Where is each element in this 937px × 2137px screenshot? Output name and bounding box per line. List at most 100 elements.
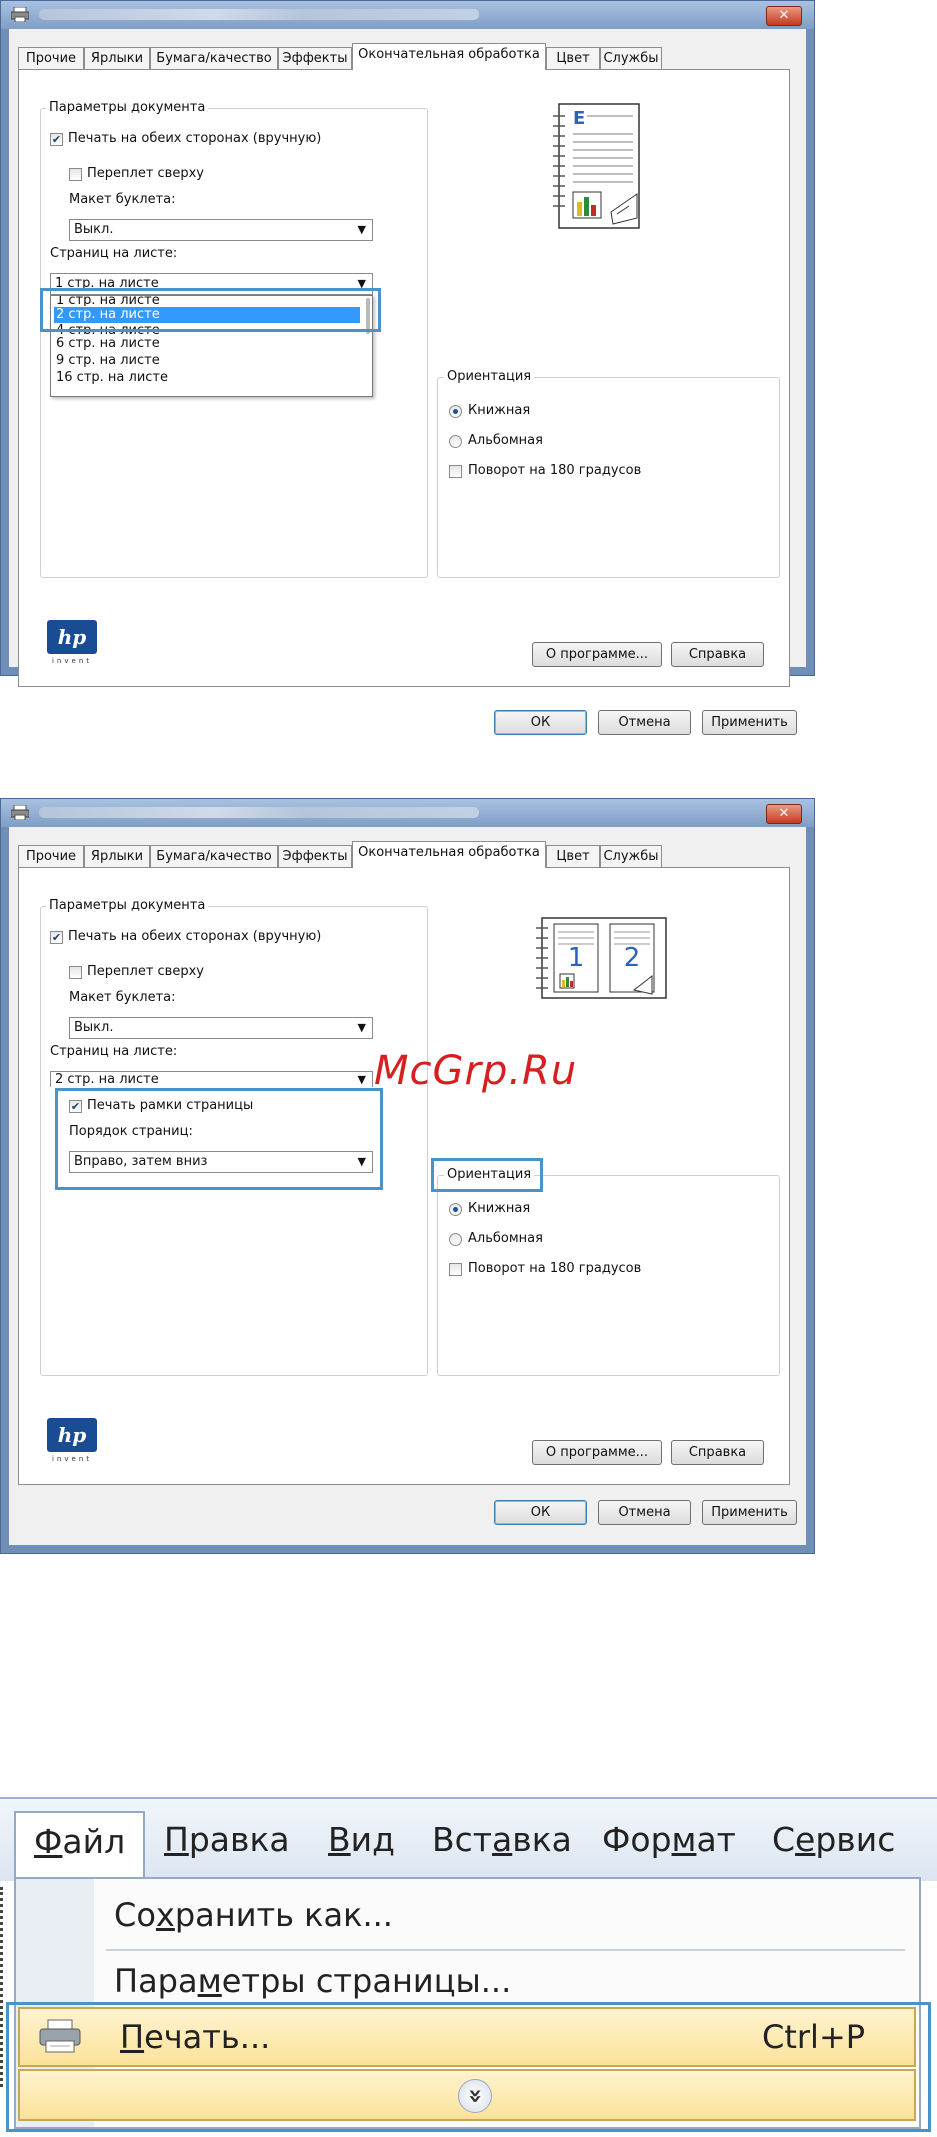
document-options-legend: Параметры документа <box>46 100 209 116</box>
highlight-box <box>40 288 381 332</box>
chevron-down-icon: ▼ <box>357 1073 366 1086</box>
dialog-body: Прочие Ярлыки Бумага/качество Эффекты Ок… <box>9 827 806 1545</box>
booklet-layout-label: Макет буклета: <box>69 990 176 1005</box>
menu-item-page-setup[interactable]: Параметры страницы... <box>114 1961 511 2001</box>
landscape-label: Альбомная <box>468 1231 543 1246</box>
pages-per-sheet-dropdown[interactable]: 2 стр. на листе ▼ <box>50 1071 373 1087</box>
landscape-radio[interactable] <box>449 1233 462 1246</box>
menu-format[interactable]: Формат <box>602 1811 736 1871</box>
menu-bar: Файл Правка Вид Вставка Формат Сервис <box>0 1797 937 1881</box>
dialog-body: Прочие Ярлыки Бумага/качество Эффекты Ок… <box>9 29 806 735</box>
tab-effects[interactable]: Эффекты <box>278 845 352 867</box>
title-bar: ✕ <box>1 1 814 29</box>
printer-properties-dialog-2: ✕ Прочие Ярлыки Бумага/качество Эффекты … <box>0 798 815 1554</box>
finishing-panel: Параметры документа ✔ Печать на обеих ст… <box>18 69 790 687</box>
tab-paper-quality[interactable]: Бумага/качество <box>150 47 278 69</box>
duplex-checkbox[interactable]: ✔ <box>50 931 63 944</box>
ok-button[interactable]: ОК <box>494 710 587 735</box>
menu-file[interactable]: Файл <box>14 1811 146 1877</box>
svg-text:hp: hp <box>58 625 87 649</box>
about-button[interactable]: О программе... <box>532 642 662 667</box>
svg-text:hp: hp <box>58 1423 87 1447</box>
finishing-panel: Параметры документа ✔ Печать на обеих ст… <box>18 867 790 1485</box>
hp-logo: hp invent <box>47 1418 97 1462</box>
pages-per-sheet-label: Страниц на листе: <box>50 1044 178 1059</box>
booklet-layout-dropdown[interactable]: Выкл. ▼ <box>69 1017 373 1039</box>
tab-other[interactable]: Прочие <box>18 47 84 69</box>
landscape-radio[interactable] <box>449 435 462 448</box>
flip-pages-up-label: Переплет сверху <box>87 166 204 181</box>
document-options-legend: Параметры документа <box>46 898 209 914</box>
page-preview-icon: E <box>553 103 640 229</box>
menu-edit[interactable]: Правка <box>164 1811 290 1871</box>
portrait-radio[interactable] <box>449 1203 462 1216</box>
window-title-blurred <box>39 807 479 818</box>
duplex-label: Печать на обеих сторонах (вручную) <box>68 131 322 146</box>
watermark-text: McGrp.Ru <box>374 1048 578 1094</box>
booklet-layout-label: Макет буклета: <box>69 192 176 207</box>
about-button[interactable]: О программе... <box>532 1440 662 1465</box>
close-button[interactable]: ✕ <box>766 6 802 26</box>
close-button[interactable]: ✕ <box>766 804 802 824</box>
rotate-180-checkbox[interactable] <box>449 1263 462 1276</box>
printer-properties-dialog-1: ✕ Прочие Ярлыки Бумага/качество Эффекты … <box>0 0 815 735</box>
chevron-down-icon: ▼ <box>357 1021 366 1034</box>
list-item[interactable]: 6 стр. на листе <box>54 336 360 352</box>
portrait-label: Книжная <box>468 403 531 418</box>
chevron-down-icon: ▼ <box>357 223 366 236</box>
svg-text:2: 2 <box>624 943 641 973</box>
tab-color[interactable]: Цвет <box>546 47 600 69</box>
pages-per-sheet-label: Страниц на листе: <box>50 246 178 261</box>
cancel-button[interactable]: Отмена <box>598 1500 691 1525</box>
list-item[interactable]: 16 стр. на листе <box>54 370 360 386</box>
list-item[interactable]: 9 стр. на листе <box>54 353 360 369</box>
tab-paper-quality[interactable]: Бумага/качество <box>150 845 278 867</box>
svg-text:E: E <box>573 108 585 129</box>
tab-finishing[interactable]: Окончательная обработка <box>352 841 546 868</box>
tab-shortcuts[interactable]: Ярлыки <box>84 47 150 69</box>
menu-view[interactable]: Вид <box>328 1811 395 1871</box>
tab-finishing[interactable]: Окончательная обработка <box>352 43 546 70</box>
menu-item-save-as[interactable]: Сохранить как... <box>114 1895 393 1935</box>
highlight-box <box>55 1088 383 1190</box>
tab-other[interactable]: Прочие <box>18 845 84 867</box>
hp-logo: hp invent <box>47 620 97 664</box>
help-button[interactable]: Справка <box>671 642 764 667</box>
menu-insert[interactable]: Вставка <box>432 1811 572 1871</box>
tab-color[interactable]: Цвет <box>546 845 600 867</box>
tab-services[interactable]: Службы <box>600 845 662 867</box>
rotate-180-checkbox[interactable] <box>449 465 462 478</box>
title-bar: ✕ <box>1 799 814 827</box>
tab-shortcuts[interactable]: Ярлыки <box>84 845 150 867</box>
duplex-label: Печать на обеих сторонах (вручную) <box>68 929 322 944</box>
rotate-180-label: Поворот на 180 градусов <box>468 1261 642 1276</box>
duplex-checkbox[interactable]: ✔ <box>50 133 63 146</box>
booklet-layout-dropdown[interactable]: Выкл. ▼ <box>69 219 373 241</box>
portrait-radio[interactable] <box>449 405 462 418</box>
menu-tools[interactable]: Сервис <box>772 1811 895 1871</box>
landscape-label: Альбомная <box>468 433 543 448</box>
portrait-label: Книжная <box>468 1201 531 1216</box>
apply-button[interactable]: Применить <box>702 710 797 735</box>
printer-icon <box>11 7 29 22</box>
flip-pages-up-checkbox[interactable] <box>69 168 82 181</box>
svg-text:invent: invent <box>52 657 92 664</box>
tab-effects[interactable]: Эффекты <box>278 47 352 69</box>
help-button[interactable]: Справка <box>671 1440 764 1465</box>
page-preview-icon: 1 2 <box>536 917 667 999</box>
rotate-180-label: Поворот на 180 градусов <box>468 463 642 478</box>
highlight-box <box>431 1158 543 1192</box>
ok-button[interactable]: ОК <box>494 1500 587 1525</box>
highlight-box <box>6 2002 931 2132</box>
svg-text:1: 1 <box>568 943 585 973</box>
menu-separator <box>106 1949 905 1951</box>
cancel-button[interactable]: Отмена <box>598 710 691 735</box>
apply-button[interactable]: Применить <box>702 1500 797 1525</box>
flip-pages-up-checkbox[interactable] <box>69 966 82 979</box>
window-title-blurred <box>39 9 479 20</box>
orientation-legend: Ориентация <box>444 369 535 385</box>
printer-icon <box>11 805 29 820</box>
svg-text:invent: invent <box>52 1455 92 1462</box>
flip-pages-up-label: Переплет сверху <box>87 964 204 979</box>
tab-services[interactable]: Службы <box>600 47 662 69</box>
